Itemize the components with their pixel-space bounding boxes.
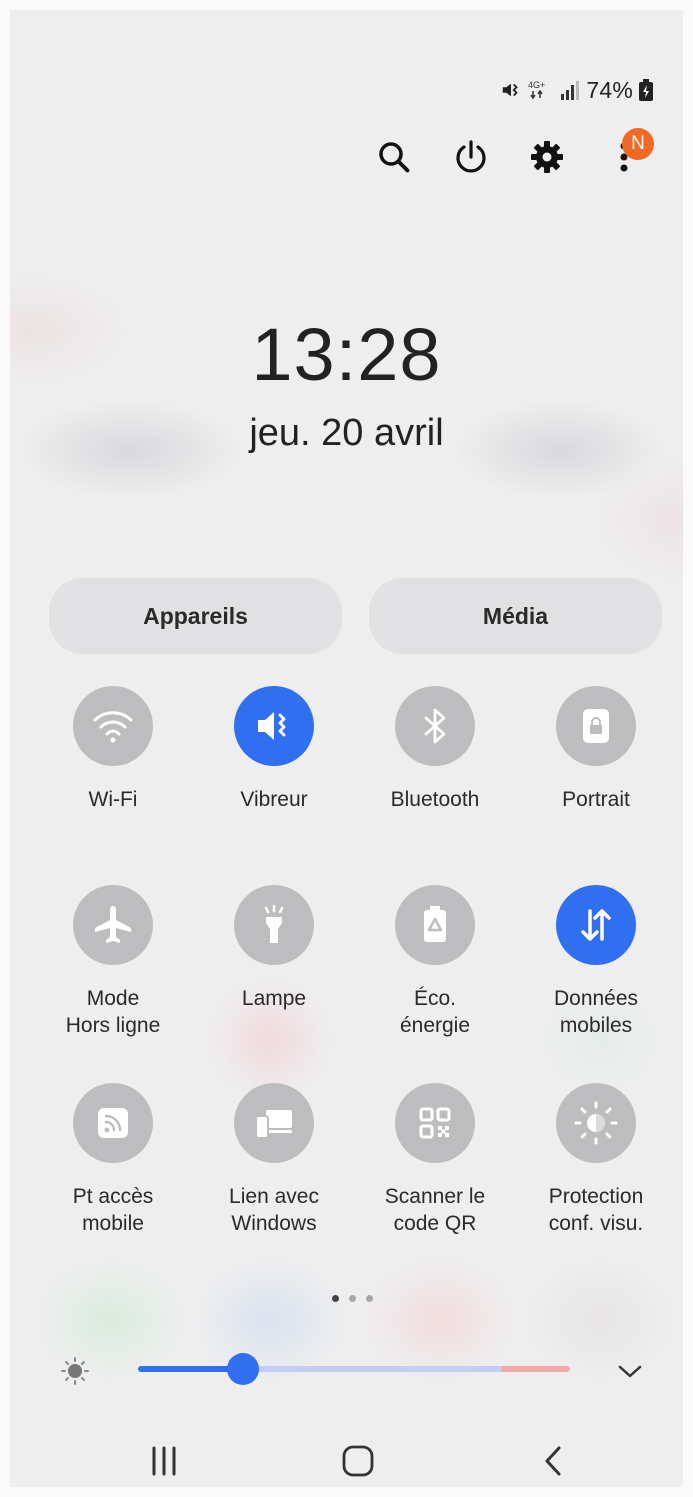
tile-label: Données mobiles xyxy=(553,987,639,1037)
tile-vibrate[interactable]: Vibreur xyxy=(194,686,354,813)
home-icon xyxy=(342,1445,374,1477)
signal-icon xyxy=(561,81,580,100)
page-dot-active xyxy=(332,1295,339,1302)
search-icon xyxy=(379,142,410,173)
settings-button[interactable] xyxy=(527,137,567,177)
brightness-slider[interactable] xyxy=(138,1366,570,1372)
tile-wifi[interactable]: Wi-Fi xyxy=(33,686,193,813)
tile-eye-comfort-toggle[interactable] xyxy=(556,1083,636,1163)
tile-bluetooth-toggle[interactable] xyxy=(395,686,475,766)
back-icon xyxy=(545,1446,561,1476)
tile-flashlight-toggle[interactable] xyxy=(234,885,314,965)
hotspot-icon xyxy=(98,1108,128,1138)
tile-portrait-toggle[interactable] xyxy=(556,686,636,766)
tile-hotspot[interactable]: Pt accès mobile xyxy=(33,1083,193,1237)
tile-label: Wi-Fi xyxy=(88,788,138,811)
vibrate-icon xyxy=(258,712,286,740)
status-bar: 4G+ 74% xyxy=(500,76,653,104)
power-icon xyxy=(456,140,486,173)
tile-label: Portrait xyxy=(562,788,630,811)
devices-button[interactable]: Appareils xyxy=(49,578,342,654)
brightness-slider-thumb[interactable] xyxy=(227,1353,259,1385)
flashlight-icon xyxy=(264,904,284,943)
tile-label: Vibreur xyxy=(240,788,308,811)
tile-power-saving-toggle[interactable] xyxy=(395,885,475,965)
power-button[interactable] xyxy=(451,137,491,177)
battery-charging-icon xyxy=(639,79,653,101)
tile-airplane[interactable]: Mode Hors ligne xyxy=(33,885,193,1039)
notification-badge: N xyxy=(622,128,654,160)
tile-label: Éco. énergie xyxy=(399,987,471,1037)
tile-vibrate-toggle[interactable] xyxy=(234,686,314,766)
search-button[interactable] xyxy=(374,137,414,177)
tile-label: Bluetooth xyxy=(390,788,480,811)
tile-label: Protection conf. visu. xyxy=(548,1185,644,1235)
wifi-icon xyxy=(93,711,133,743)
mute-vibrate-icon xyxy=(503,83,519,97)
recents-icon xyxy=(152,1446,176,1476)
expand-button[interactable] xyxy=(615,1356,645,1386)
tile-flashlight[interactable]: Lampe xyxy=(194,885,354,1012)
tile-link-windows-toggle[interactable] xyxy=(234,1083,314,1163)
portrait-lock-icon xyxy=(583,709,609,743)
tile-eye-comfort[interactable]: Protection conf. visu. xyxy=(516,1083,676,1237)
tile-wifi-toggle[interactable] xyxy=(73,686,153,766)
tile-qr-scanner[interactable]: Scanner le code QR xyxy=(355,1083,515,1237)
battery-saver-icon xyxy=(424,906,446,942)
gear-icon xyxy=(531,141,563,173)
recents-button[interactable] xyxy=(139,1436,189,1486)
tile-link-windows[interactable]: Lien avec Windows xyxy=(194,1083,354,1237)
bluetooth-icon xyxy=(424,708,446,744)
page-indicator xyxy=(332,1295,373,1302)
tile-label: Mode Hors ligne xyxy=(65,987,161,1037)
tile-hotspot-toggle[interactable] xyxy=(73,1083,153,1163)
tile-mobile-data[interactable]: Données mobiles xyxy=(516,885,676,1039)
tile-power-saving[interactable]: Éco. énergie xyxy=(355,885,515,1039)
page-dot xyxy=(349,1295,356,1302)
tile-airplane-toggle[interactable] xyxy=(73,885,153,965)
network-type: 4G+ xyxy=(528,80,545,90)
tile-bluetooth[interactable]: Bluetooth xyxy=(355,686,515,813)
media-button[interactable]: Média xyxy=(369,578,662,654)
tile-qr-scanner-toggle[interactable] xyxy=(395,1083,475,1163)
home-button[interactable] xyxy=(333,1436,383,1486)
eye-comfort-icon xyxy=(574,1101,618,1145)
qr-code-icon xyxy=(419,1107,451,1139)
tile-portrait[interactable]: Portrait xyxy=(516,686,676,813)
tile-label: Scanner le code QR xyxy=(384,1185,486,1235)
link-windows-icon xyxy=(255,1110,292,1139)
tile-mobile-data-toggle[interactable] xyxy=(556,885,636,965)
back-button[interactable] xyxy=(528,1436,578,1486)
chevron-down-icon xyxy=(618,1365,642,1378)
page-dot xyxy=(366,1295,373,1302)
tile-label: Lampe xyxy=(241,987,307,1010)
mobile-data-icon xyxy=(581,909,611,941)
battery-percent: 74% xyxy=(586,76,633,103)
tile-label: Lien avec Windows xyxy=(229,1185,319,1235)
clock-date[interactable]: jeu. 20 avril xyxy=(0,412,693,455)
clock-time[interactable]: 13:28 xyxy=(0,312,693,397)
network-4g-icon: 4G+ xyxy=(528,80,546,100)
tile-label: Pt accès mobile xyxy=(72,1185,154,1235)
brightness-icon xyxy=(60,1356,90,1386)
airplane-icon xyxy=(95,906,131,943)
